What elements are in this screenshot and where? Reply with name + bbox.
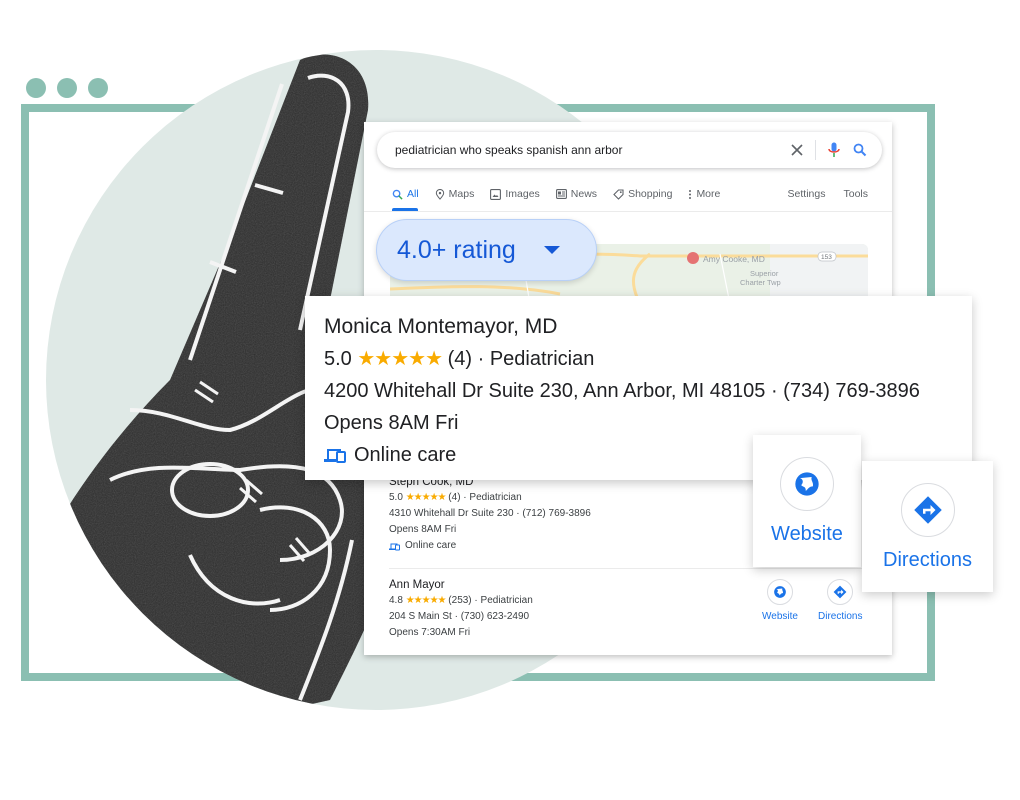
list-item[interactable]: Ann Mayor 4.8 ★★★★★ (253) · Pediatrician… — [389, 577, 533, 641]
close-icon[interactable] — [789, 142, 805, 158]
tabs-divider — [364, 211, 892, 212]
tab-label: All — [407, 188, 419, 200]
more-vert-icon — [689, 189, 692, 199]
listing-name[interactable]: Ann Mayor — [389, 577, 533, 593]
listing-hours: Opens 8AM Fri — [389, 524, 457, 535]
directions-label: Directions — [883, 549, 972, 571]
directions-icon — [913, 496, 942, 524]
rating-stars: ★★★★★ — [405, 595, 447, 606]
window-dot — [57, 78, 77, 98]
globe-icon — [774, 586, 786, 598]
website-button-small[interactable]: Website — [762, 579, 798, 622]
online-care: Online care — [389, 538, 591, 554]
search-icon[interactable] — [852, 142, 868, 158]
window-dot — [88, 78, 108, 98]
featured-name[interactable]: Monica Montemayor, MD — [324, 311, 972, 343]
listing-rating-row: 5.0 ★★★★★ (4) · Pediatrician — [389, 492, 522, 503]
search-icon — [392, 189, 403, 200]
search-bar[interactable]: pediatrician who speaks spanish ann arbo… — [377, 132, 882, 168]
featured-address: 4200 Whitehall Dr Suite 230, Ann Arbor, … — [324, 380, 920, 402]
listing-divider — [389, 568, 867, 569]
rating-stars: ★★★★★ — [405, 492, 447, 503]
directions-icon — [833, 585, 847, 599]
tab-news[interactable]: News — [555, 184, 598, 204]
directions-button[interactable]: Directions — [862, 461, 993, 592]
search-tabs: All Maps Images News Shopping More Setti… — [392, 184, 868, 212]
tab-maps[interactable]: Maps — [435, 184, 475, 204]
window-controls — [26, 78, 108, 98]
rating-filter-label: 4.0+ rating — [397, 235, 516, 264]
listing-address: 4310 Whitehall Dr Suite 230 · (712) 769-… — [389, 508, 591, 519]
globe-icon — [795, 472, 819, 496]
tools-link[interactable]: Tools — [843, 184, 868, 204]
map-label: Superior — [750, 269, 779, 278]
dropdown-arrow-icon — [543, 246, 560, 254]
map-label: Amy Cooke, MD — [703, 254, 765, 264]
tag-icon — [613, 188, 624, 200]
image-icon — [490, 188, 502, 200]
route-label: 153 — [821, 254, 832, 261]
list-item[interactable]: Steph Cook, MD 5.0 ★★★★★ (4) · Pediatric… — [389, 474, 591, 554]
category: · Pediatrician — [477, 348, 595, 370]
tab-more[interactable]: More — [688, 184, 720, 204]
website-button[interactable]: Website — [753, 435, 861, 567]
search-input[interactable]: pediatrician who speaks spanish ann arbo… — [395, 143, 789, 157]
tab-label: News — [570, 188, 598, 200]
tab-label: More — [696, 188, 721, 200]
tab-label: Maps — [448, 188, 475, 200]
featured-rating-row: 5.0 ★★★★★ (4) · Pediatrician — [324, 343, 972, 375]
rating-value: 5.0 — [324, 348, 352, 370]
listing-hours: Opens 7:30AM Fri — [389, 627, 471, 638]
website-label: Website — [771, 523, 843, 545]
featured-result-card[interactable]: Monica Montemayor, MD 5.0 ★★★★★ (4) · Pe… — [305, 296, 972, 480]
tab-shopping[interactable]: Shopping — [613, 184, 672, 204]
tab-images[interactable]: Images — [490, 184, 540, 204]
listing-rating-row: 4.8 ★★★★★ (253) · Pediatrician — [389, 595, 533, 606]
window-dot — [26, 78, 46, 98]
rating-filter-chip[interactable]: 4.0+ rating — [376, 219, 597, 281]
directions-button-small[interactable]: Directions — [818, 579, 862, 622]
map-pin-icon — [435, 188, 444, 200]
settings-link[interactable]: Settings — [788, 184, 826, 204]
search-bar-divider — [815, 140, 816, 160]
review-count: (4) — [447, 348, 473, 370]
devices-icon — [389, 543, 400, 550]
microphone-icon[interactable] — [826, 142, 842, 158]
news-icon — [555, 189, 567, 199]
tab-all[interactable]: All — [392, 184, 419, 211]
featured-hours: Opens 8AM Fri — [324, 412, 459, 434]
tab-label: Shopping — [628, 188, 673, 200]
listing-address: 204 S Main St · (730) 623-2490 — [389, 611, 530, 622]
map-label: Charter Twp — [740, 278, 781, 287]
tab-label: Images — [505, 188, 540, 200]
rating-stars: ★★★★★ — [357, 348, 443, 370]
devices-icon — [324, 449, 346, 463]
